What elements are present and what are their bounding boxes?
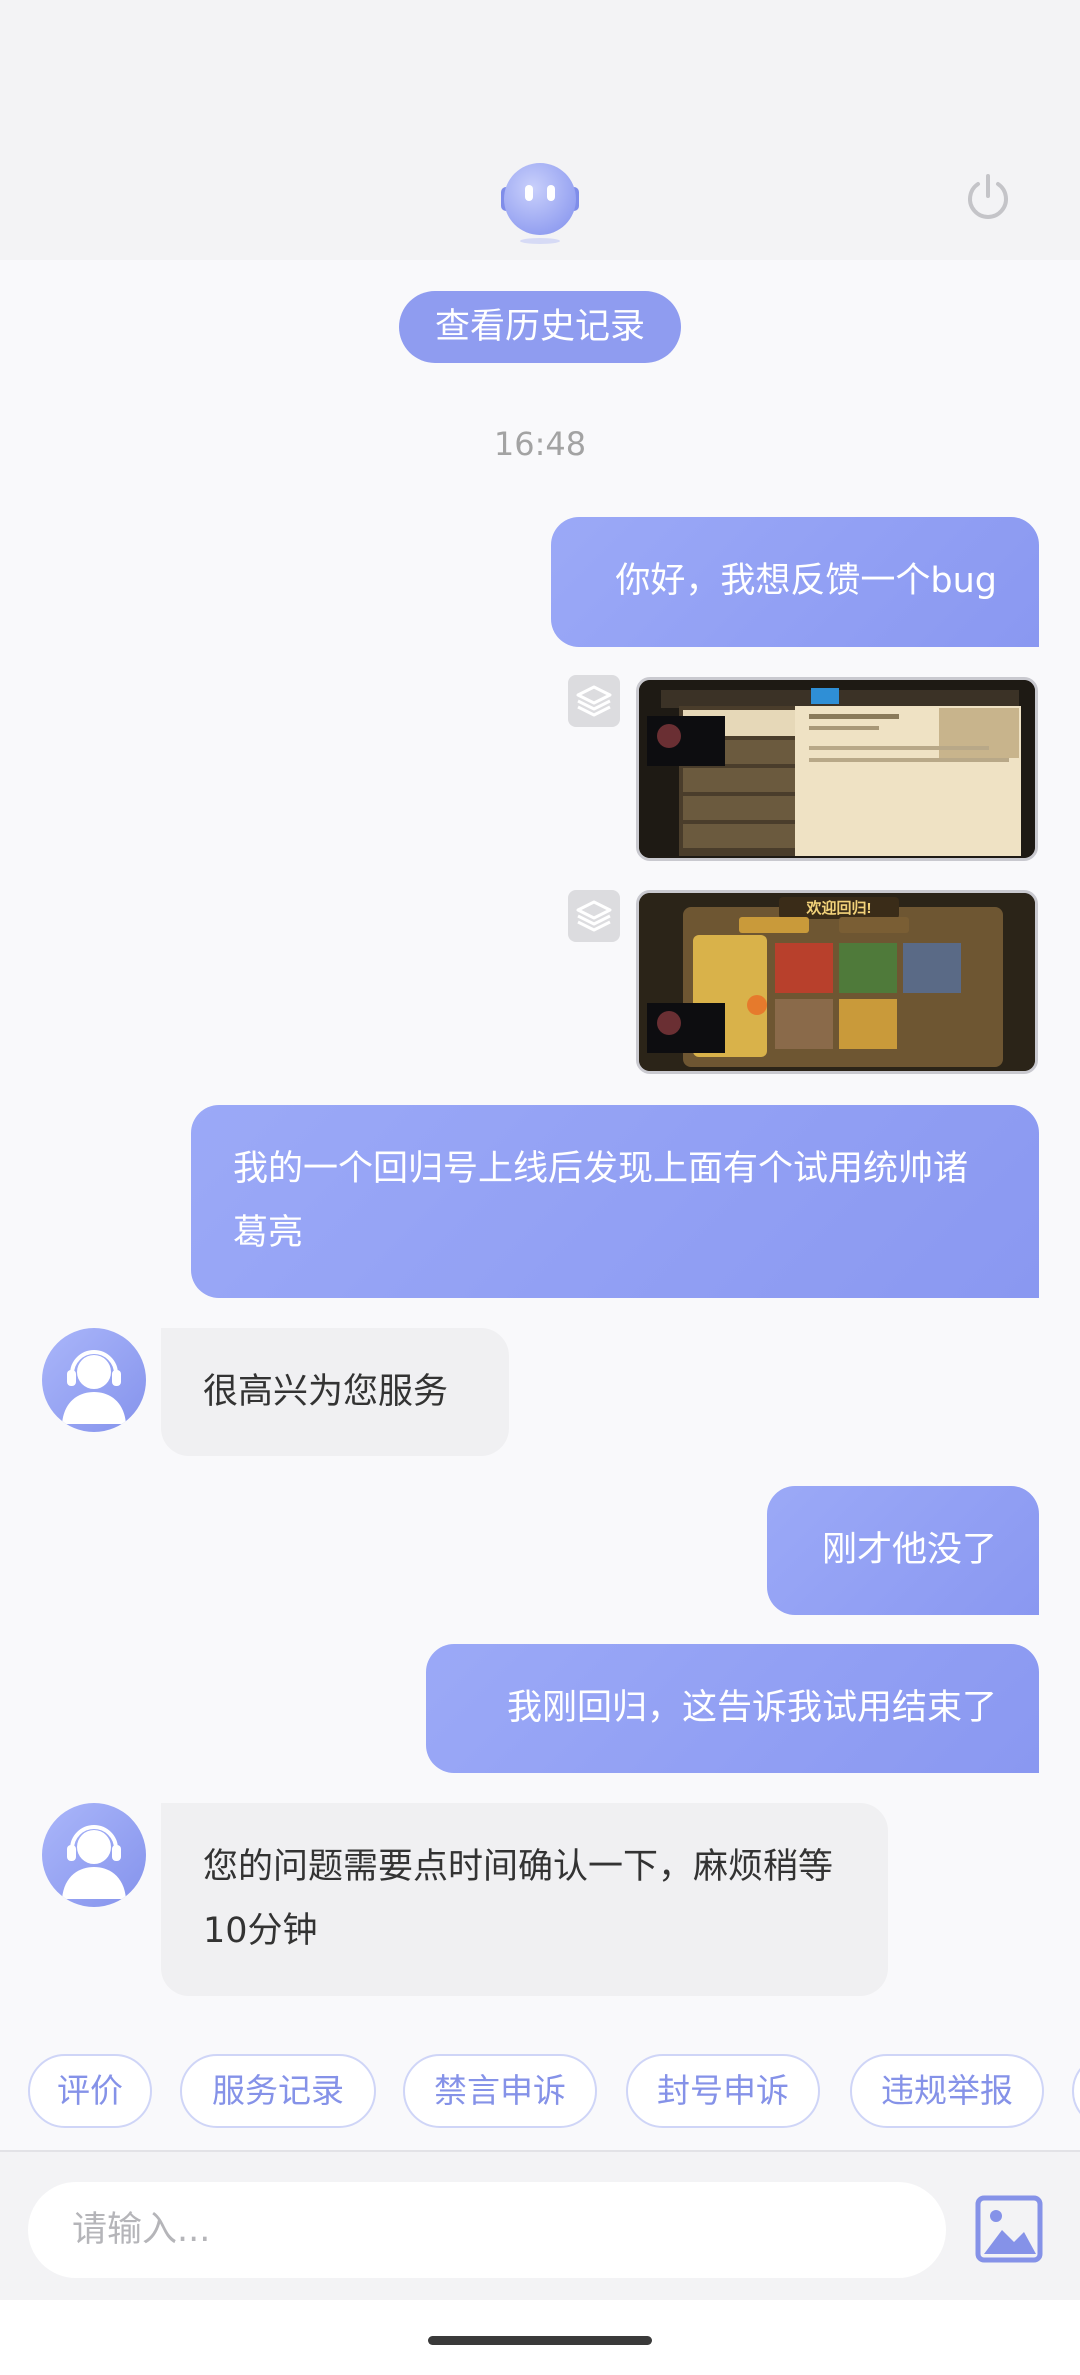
quick-actions-bar: 评价 服务记录 禁言申诉 封号申诉 违规举报 [0,2052,1080,2132]
agent-message-bubble: 您的问题需要点时间确认一下，麻烦稍等10分钟 [161,1803,888,1996]
agent-avatar [42,1803,146,1907]
message-composer [0,2150,1080,2300]
image-title: 欢迎回归! [806,899,872,917]
home-indicator[interactable] [428,2336,652,2345]
layers-icon [568,890,620,942]
system-nav-area [0,2300,1080,2375]
quick-action-mute-appeal[interactable]: 禁言申诉 [403,2054,597,2128]
layers-icon [568,675,620,727]
user-message-bubble: 我刚回归，这告诉我试用结束了 [426,1644,1039,1773]
view-history-button[interactable]: 查看历史记录 [399,291,681,363]
quick-action-more[interactable] [1072,2054,1080,2128]
headset-agent-icon [62,1825,126,1899]
message-input[interactable] [28,2182,946,2278]
agent-avatar [42,1328,146,1432]
headset-agent-icon [62,1350,126,1424]
image-upload-icon[interactable] [974,2194,1044,2264]
quick-action-service-records[interactable]: 服务记录 [180,2054,376,2128]
quick-action-ban-appeal[interactable]: 封号申诉 [626,2054,820,2128]
user-message-bubble: 你好，我想反馈一个bug [551,517,1039,647]
message-timestamp: 16:48 [493,425,587,463]
chat-header [0,0,1080,260]
agent-message-bubble: 很高兴为您服务 [161,1328,509,1456]
game-screenshot-welcome-back: 欢迎回归! [639,893,1035,1071]
game-screenshot-mail [639,680,1035,858]
robot-face-icon [501,163,579,244]
quick-action-report-violation[interactable]: 违规举报 [850,2054,1044,2128]
user-message-bubble: 刚才他没了 [767,1486,1039,1615]
user-message-bubble: 我的一个回归号上线后发现上面有个试用统帅诸葛亮 [191,1105,1039,1298]
quick-action-rate[interactable]: 评价 [28,2054,152,2128]
power-icon[interactable] [962,172,1014,224]
image-message-thumbnail[interactable] [636,677,1038,861]
image-message-thumbnail[interactable]: 欢迎回归! [636,890,1038,1074]
